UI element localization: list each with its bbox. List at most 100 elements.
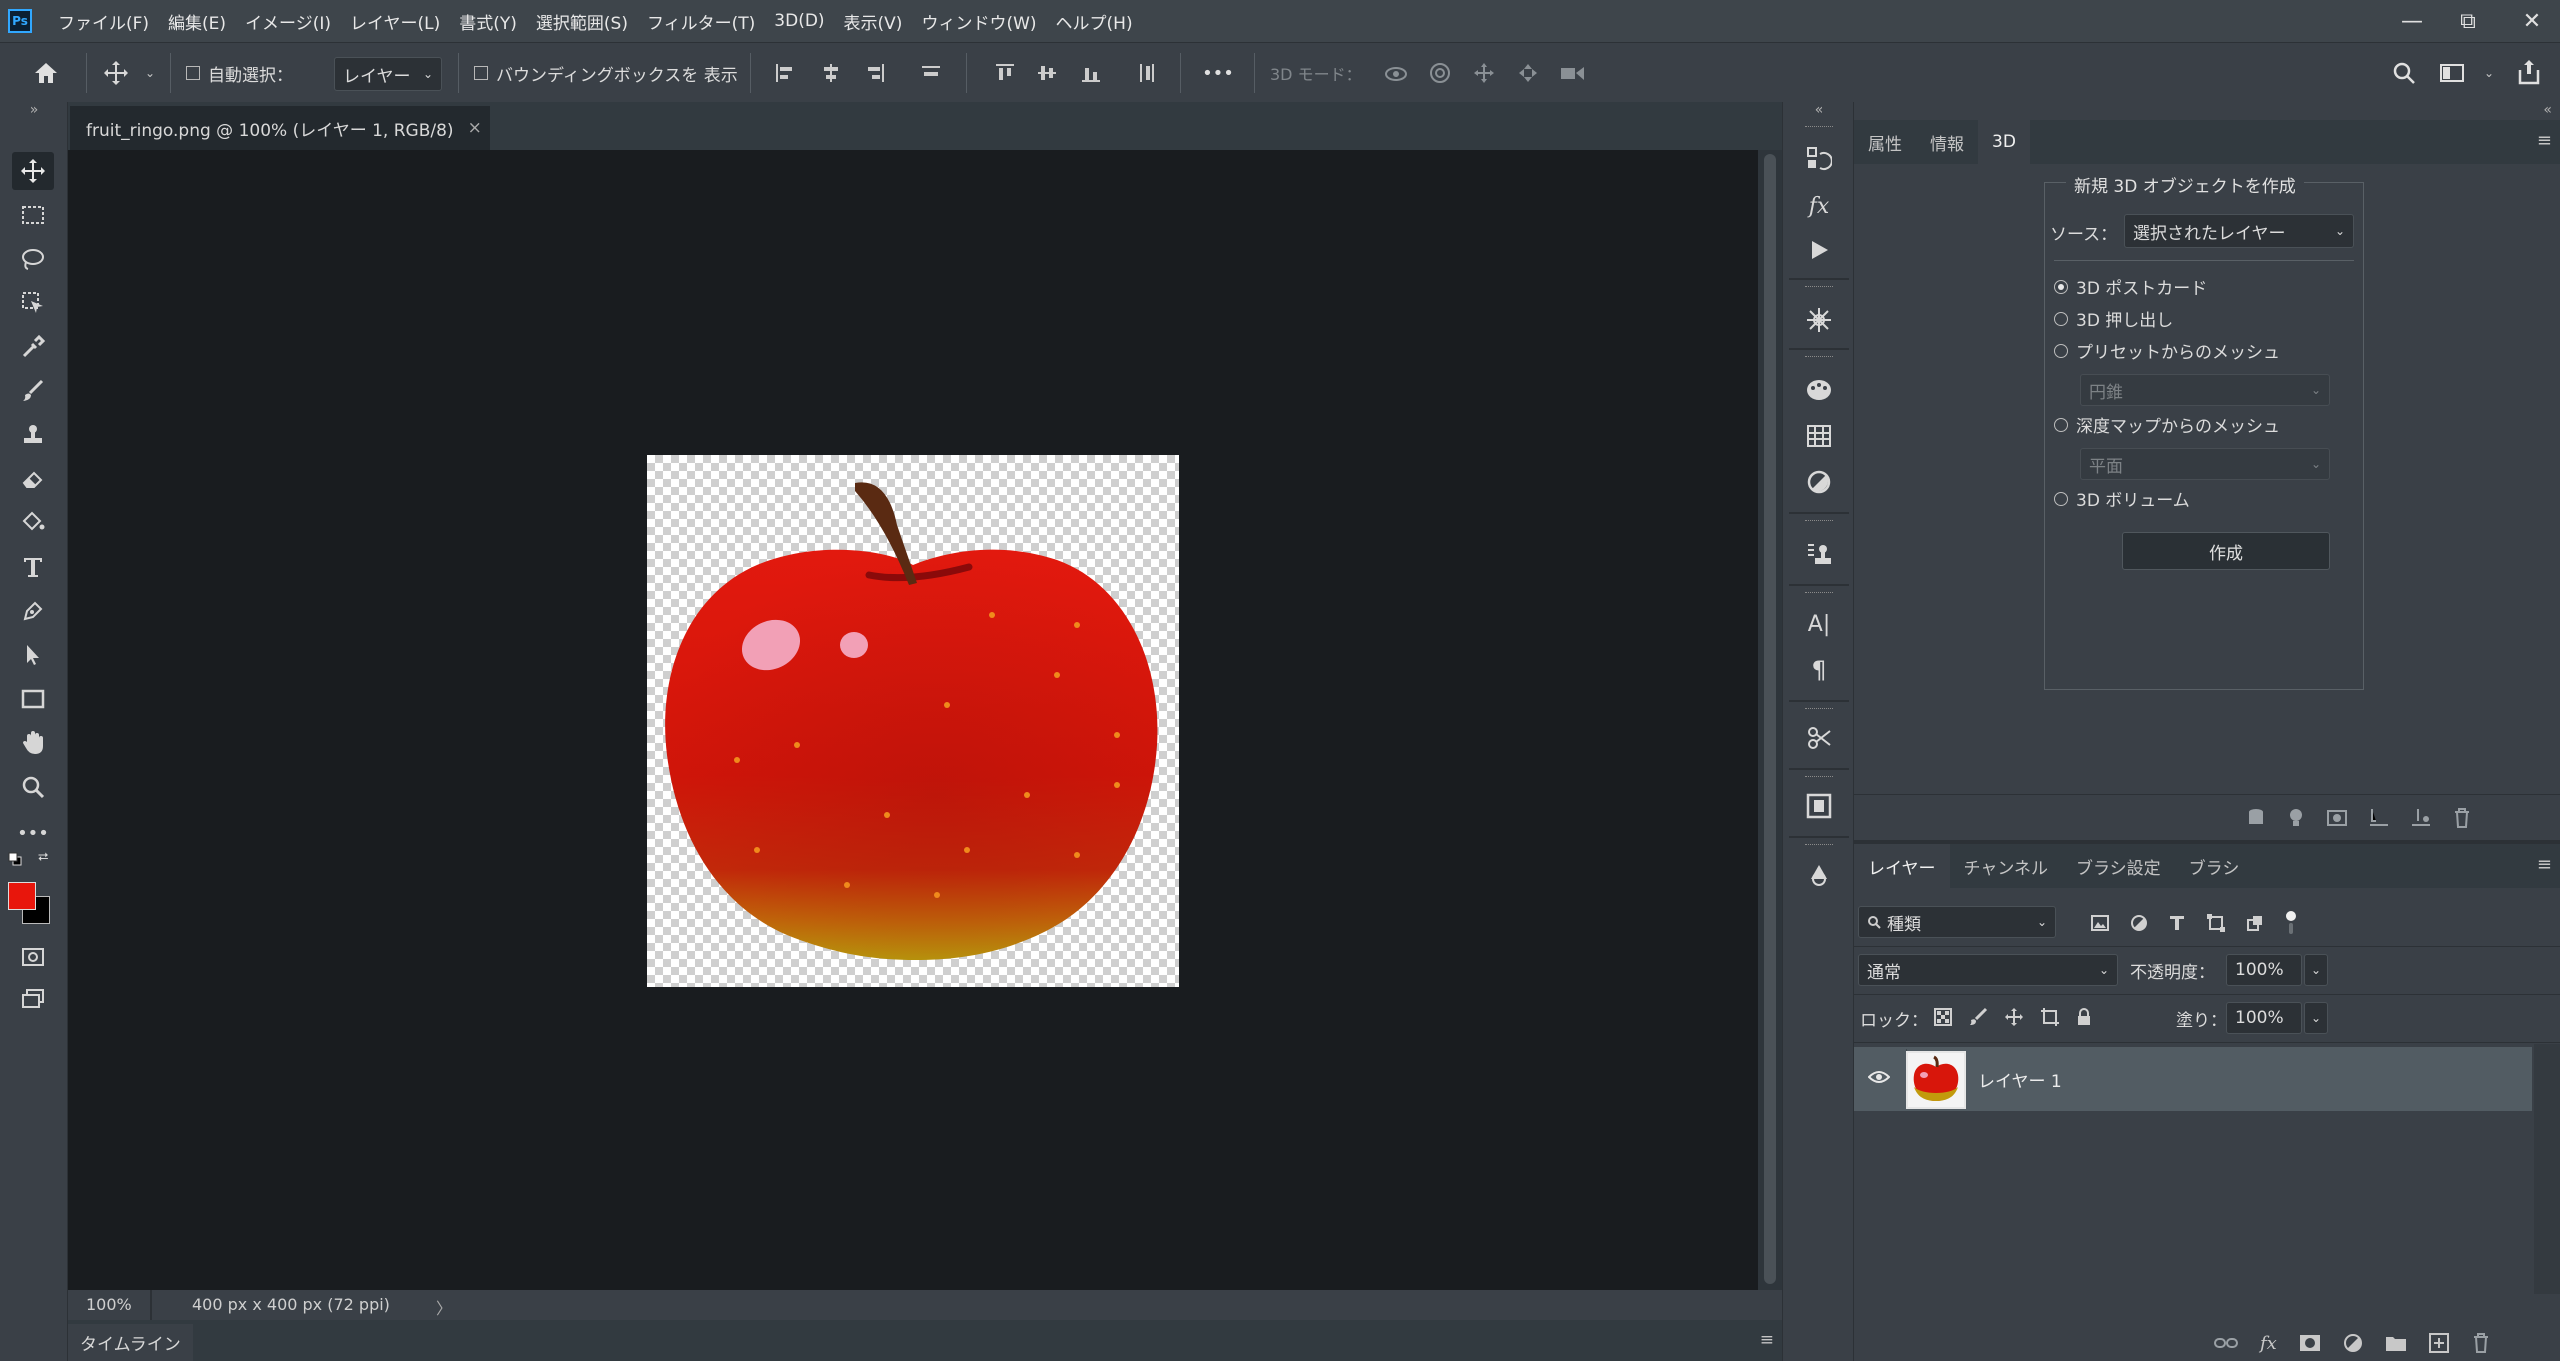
- layer-filter-dropdown[interactable]: 種類 ⌄: [1858, 906, 2056, 938]
- tab-info[interactable]: 情報: [1916, 120, 1978, 164]
- tab-channels[interactable]: チャンネル: [1950, 844, 2063, 888]
- object-select-tool-button[interactable]: [12, 284, 54, 322]
- 3d-scene-icon[interactable]: [1801, 302, 1837, 338]
- 3d-add-object-icon[interactable]: [2410, 807, 2432, 829]
- tab-3d[interactable]: 3D: [1978, 120, 2030, 164]
- filter-adjustment-icon[interactable]: [2130, 914, 2148, 932]
- distribute-vertical-icon[interactable]: [916, 59, 946, 87]
- clone-source-icon[interactable]: [1801, 536, 1837, 572]
- 3d-ground-icon[interactable]: [2368, 807, 2390, 829]
- lock-artboard-icon[interactable]: [2040, 1007, 2060, 1027]
- option-preset-mesh[interactable]: プリセットからのメッシュ: [2054, 338, 2280, 363]
- panel-menu-icon[interactable]: ≡: [2537, 854, 2552, 875]
- menu-file[interactable]: ファイル(F): [58, 9, 149, 34]
- menu-filter[interactable]: フィルター(T): [647, 9, 755, 34]
- zoom-level[interactable]: 100%: [86, 1295, 132, 1314]
- radio-extrusion[interactable]: [2054, 311, 2068, 326]
- move-tool-button[interactable]: [12, 152, 54, 190]
- chevron-down-icon[interactable]: ⌄: [142, 61, 158, 85]
- align-center-icon[interactable]: [816, 59, 846, 87]
- create-3d-button[interactable]: 作成: [2122, 532, 2330, 570]
- option-depth-map-mesh[interactable]: 深度マップからのメッシュ: [2054, 412, 2280, 437]
- type-tool-button[interactable]: [12, 548, 54, 586]
- align-middle-icon[interactable]: [1032, 59, 1062, 87]
- scrollbar-thumb[interactable]: [1764, 154, 1776, 1284]
- marquee-tool-button[interactable]: [12, 196, 54, 234]
- adjustment-layer-icon[interactable]: [2343, 1333, 2363, 1353]
- timeline-tab[interactable]: タイムライン: [68, 1324, 193, 1361]
- libraries-icon[interactable]: [1801, 788, 1837, 824]
- color-palette-icon[interactable]: [1801, 372, 1837, 408]
- status-menu-arrow[interactable]: 〉: [436, 1295, 452, 1319]
- fill-slider-toggle[interactable]: ⌄: [2304, 1002, 2328, 1034]
- fx-styles-icon[interactable]: fx: [1801, 188, 1837, 224]
- rectangle-tool-button[interactable]: [12, 680, 54, 718]
- adjustments-icon[interactable]: [1801, 464, 1837, 500]
- chevron-down-icon[interactable]: ⌄: [2480, 63, 2498, 83]
- lock-position-icon[interactable]: [2004, 1007, 2024, 1027]
- align-bottom-icon[interactable]: [1076, 59, 1106, 87]
- character-icon[interactable]: A|: [1801, 606, 1837, 642]
- trash-icon[interactable]: [2452, 807, 2472, 829]
- share-icon[interactable]: [2512, 55, 2546, 89]
- restore-button[interactable]: ⧉: [2440, 0, 2496, 42]
- tab-brushes[interactable]: ブラシ: [2175, 844, 2254, 888]
- close-tab-icon[interactable]: ×: [468, 118, 482, 138]
- tab-brush-settings[interactable]: ブラシ設定: [2062, 844, 2175, 888]
- orbit-3d-icon[interactable]: [1380, 59, 1412, 87]
- layer-name[interactable]: レイヤー 1: [1978, 1067, 2062, 1092]
- menu-edit[interactable]: 編集(E): [168, 9, 226, 34]
- move-tool-icon[interactable]: [100, 57, 132, 89]
- distribute-horizontal-icon[interactable]: [1132, 59, 1162, 87]
- swap-colors-icon[interactable]: ⮂: [38, 850, 54, 866]
- source-dropdown[interactable]: 選択されたレイヤー ⌄: [2124, 214, 2354, 248]
- lasso-tool-button[interactable]: [12, 240, 54, 278]
- filter-toggle-icon[interactable]: [2284, 910, 2298, 936]
- add-layer-style-icon[interactable]: fx: [2260, 1333, 2277, 1354]
- align-top-icon[interactable]: [990, 59, 1020, 87]
- document-tab[interactable]: fruit_ringo.png @ 100% (レイヤー 1, RGB/8) ×: [70, 106, 490, 150]
- layer-row[interactable]: レイヤー 1: [1854, 1047, 2532, 1111]
- menu-select[interactable]: 選択範囲(S): [536, 9, 628, 34]
- document-canvas[interactable]: [647, 455, 1179, 987]
- tab-properties[interactable]: 属性: [1854, 120, 1916, 164]
- panel-menu-icon[interactable]: ≡: [2537, 130, 2552, 151]
- radio-depth-map[interactable]: [2054, 417, 2068, 432]
- swatches-icon[interactable]: [1801, 418, 1837, 454]
- menu-window[interactable]: ウィンドウ(W): [921, 9, 1036, 34]
- zoom-tool-button[interactable]: [12, 768, 54, 806]
- menu-view[interactable]: 表示(V): [844, 9, 903, 34]
- tab-layers[interactable]: レイヤー: [1854, 844, 1950, 888]
- option-3d-postcard[interactable]: 3D ポストカード: [2054, 274, 2207, 299]
- 3d-render-icon[interactable]: [2246, 807, 2266, 829]
- path-select-tool-button[interactable]: [12, 636, 54, 674]
- opacity-slider-toggle[interactable]: ⌄: [2304, 954, 2328, 986]
- scale-3d-icon[interactable]: [1556, 59, 1590, 87]
- hand-tool-button[interactable]: [12, 724, 54, 762]
- blend-mode-dropdown[interactable]: 通常 ⌄: [1858, 954, 2118, 986]
- radio-postcard[interactable]: [2054, 279, 2068, 294]
- menu-3d[interactable]: 3D(D): [774, 11, 824, 31]
- menu-layer[interactable]: レイヤー(L): [350, 9, 440, 34]
- quick-mask-icon[interactable]: [12, 938, 54, 976]
- eyedropper-tool-button[interactable]: [12, 328, 54, 366]
- filter-smart-object-icon[interactable]: [2246, 914, 2264, 932]
- brush-tool-button[interactable]: [12, 372, 54, 410]
- paragraph-icon[interactable]: ¶: [1801, 652, 1837, 688]
- 3d-camera-icon[interactable]: [2326, 807, 2348, 829]
- search-icon[interactable]: [2388, 57, 2420, 89]
- pen-tool-button[interactable]: [12, 592, 54, 630]
- layers-scrollbar[interactable]: [2534, 1044, 2560, 1294]
- new-group-icon[interactable]: [2385, 1334, 2407, 1352]
- opacity-field[interactable]: 100%: [2226, 954, 2302, 986]
- eraser-tool-button[interactable]: [12, 460, 54, 498]
- panel-collapse-icon[interactable]: »: [0, 102, 68, 120]
- workspace-icon[interactable]: [2436, 57, 2468, 89]
- fill-field[interactable]: 100%: [2226, 1002, 2302, 1034]
- stamp-tool-button[interactable]: [12, 416, 54, 454]
- panel-collapse-icon[interactable]: «: [2543, 102, 2552, 118]
- pan-3d-icon[interactable]: [1468, 59, 1500, 87]
- align-left-icon[interactable]: [770, 59, 800, 87]
- trash-icon[interactable]: [2471, 1332, 2491, 1354]
- close-button[interactable]: ✕: [2504, 0, 2560, 42]
